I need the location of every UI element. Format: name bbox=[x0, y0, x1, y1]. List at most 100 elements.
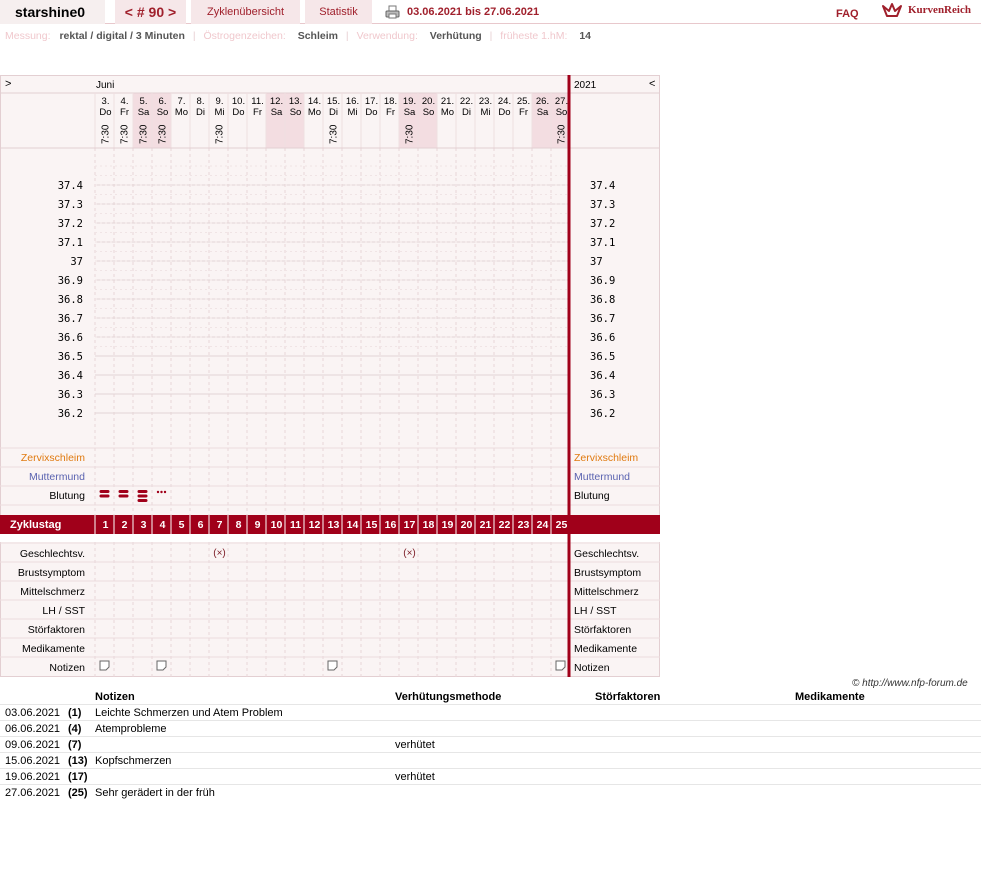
note-icon[interactable] bbox=[327, 660, 338, 671]
note-cycle-day: (1) bbox=[68, 707, 82, 719]
weekday-label: Fr bbox=[519, 107, 528, 118]
measure-value: rektal / digital / 3 Minuten bbox=[59, 30, 185, 42]
note-text: Leichte Schmerzen und Atem Problem bbox=[95, 707, 283, 719]
weekday-label: So bbox=[290, 107, 302, 118]
cycle-day-number: 8 bbox=[236, 519, 242, 531]
cycle-day-number: 25 bbox=[556, 519, 568, 531]
temp-label-right: 36.2 bbox=[590, 408, 615, 420]
cycle-day-number: 1 bbox=[103, 519, 109, 531]
measurement-time: 7:30 bbox=[120, 124, 131, 144]
cervix-row-label-right: Zervixschleim bbox=[574, 452, 638, 464]
meds-row-label: Medikamente bbox=[22, 643, 85, 655]
bleeding-mark bbox=[99, 490, 110, 493]
spotting-dot bbox=[160, 490, 163, 494]
measurement-time: 7:30 bbox=[557, 124, 568, 144]
breast-row-label: Brustsymptom bbox=[18, 567, 85, 579]
note-icon[interactable] bbox=[156, 660, 167, 671]
note-cycle-day: (4) bbox=[68, 723, 82, 735]
day-number: 23. bbox=[479, 96, 492, 107]
note-date: 15.06.2021 bbox=[5, 755, 61, 767]
temp-label-right: 36.9 bbox=[590, 275, 615, 287]
cycle-day-number: 17 bbox=[404, 519, 416, 531]
day-number: 18. bbox=[384, 96, 397, 107]
weekday-label: Sa bbox=[537, 107, 549, 118]
temp-label-right: 37.2 bbox=[590, 218, 615, 230]
cycle-selector-button[interactable]: < # 90 > bbox=[115, 0, 186, 24]
day-number: 14. bbox=[308, 96, 321, 107]
note-text: Atemprobleme bbox=[95, 723, 167, 735]
weekday-label: Di bbox=[196, 107, 205, 118]
disturb-row-label: Störfaktoren bbox=[28, 624, 85, 636]
temp-label-right: 36.6 bbox=[590, 332, 615, 344]
temp-label-left: 36.6 bbox=[58, 332, 83, 344]
crown-logo-icon[interactable] bbox=[881, 2, 903, 20]
weekday-label: Mi bbox=[214, 107, 224, 118]
note-cycle-day: (7) bbox=[68, 739, 82, 751]
username: starshine0 bbox=[0, 0, 105, 24]
day-number: 19. bbox=[403, 96, 416, 107]
temp-label-left: 37 bbox=[70, 256, 83, 268]
temp-label-left: 37.2 bbox=[58, 218, 83, 230]
bleeding-mark bbox=[99, 494, 110, 498]
note-cycle-day: (25) bbox=[68, 787, 88, 799]
estrogen-label: Östrogenzeichen: bbox=[203, 30, 286, 42]
cycle-overview-link[interactable]: Zyklenübersicht bbox=[191, 0, 300, 24]
earliest-label: früheste 1.hM: bbox=[500, 30, 568, 42]
day-number: 16. bbox=[346, 96, 359, 107]
note-date: 09.06.2021 bbox=[5, 739, 61, 751]
day-number: 17. bbox=[365, 96, 378, 107]
midpain-row-label-right: Mittelschmerz bbox=[574, 586, 639, 598]
temp-label-left: 36.2 bbox=[58, 408, 83, 420]
note-cycle-day: (17) bbox=[68, 771, 88, 783]
measurement-time: 7:30 bbox=[158, 124, 169, 144]
note-date: 06.06.2021 bbox=[5, 723, 61, 735]
usage-label: Verwendung: bbox=[356, 30, 418, 42]
cycle-day-number: 14 bbox=[347, 519, 359, 531]
weekday-label: Di bbox=[462, 107, 471, 118]
statistics-link[interactable]: Statistik bbox=[305, 0, 372, 24]
bleeding-mark bbox=[118, 494, 129, 498]
cervix-position-row-label-right: Muttermund bbox=[574, 471, 630, 483]
note-method: verhütet bbox=[395, 771, 435, 783]
spotting-dot bbox=[163, 490, 167, 494]
note-date: 27.06.2021 bbox=[5, 787, 61, 799]
day-number: 4. bbox=[121, 96, 129, 107]
temp-label-right: 36.8 bbox=[590, 294, 615, 306]
faq-link[interactable]: FAQ bbox=[836, 2, 859, 26]
weekday-label: Fr bbox=[386, 107, 395, 118]
cycle-day-number: 3 bbox=[141, 519, 147, 531]
table-row: 27.06.2021 (25) Sehr gerädert in der früh bbox=[0, 784, 981, 800]
temp-label-right: 36.3 bbox=[590, 389, 615, 401]
note-cycle-day: (13) bbox=[68, 755, 88, 767]
cycle-day-number: 18 bbox=[423, 519, 435, 531]
day-number: 21. bbox=[441, 96, 454, 107]
day-number: 6. bbox=[159, 96, 167, 107]
logo-text[interactable]: KurvenReich bbox=[908, 4, 971, 16]
day-number: 24. bbox=[498, 96, 511, 107]
weekday-label: So bbox=[157, 107, 169, 118]
printer-icon[interactable] bbox=[385, 5, 400, 19]
temp-label-left: 36.7 bbox=[58, 313, 83, 325]
notes-row-label: Notizen bbox=[49, 662, 85, 674]
measurement-time: 7:30 bbox=[101, 124, 112, 144]
cycle-day-number: 12 bbox=[309, 519, 321, 531]
method-column-header: Verhütungsmethode bbox=[395, 691, 502, 703]
weekday-label: Mi bbox=[347, 107, 357, 118]
day-number: 10. bbox=[232, 96, 245, 107]
cycle-day-number: 5 bbox=[179, 519, 185, 531]
weekday-label: Mo bbox=[308, 107, 321, 118]
note-icon[interactable] bbox=[99, 660, 110, 671]
spacer bbox=[0, 534, 660, 542]
measurement-time: 7:30 bbox=[139, 124, 150, 144]
next-cycle-arrow[interactable]: < bbox=[649, 78, 655, 90]
cycle-day-number: 24 bbox=[537, 519, 549, 531]
temp-label-left: 36.5 bbox=[58, 351, 83, 363]
table-row: 03.06.2021 (1) Leichte Schmerzen und Atem … bbox=[0, 704, 981, 720]
note-icon[interactable] bbox=[555, 660, 566, 671]
cycle-day-number: 2 bbox=[122, 519, 128, 531]
temp-label-left: 37.3 bbox=[58, 199, 83, 211]
prev-cycle-arrow[interactable]: > bbox=[5, 78, 11, 90]
day-number: 26. bbox=[536, 96, 549, 107]
day-number: 5. bbox=[140, 96, 148, 107]
note-date: 03.06.2021 bbox=[5, 707, 61, 719]
